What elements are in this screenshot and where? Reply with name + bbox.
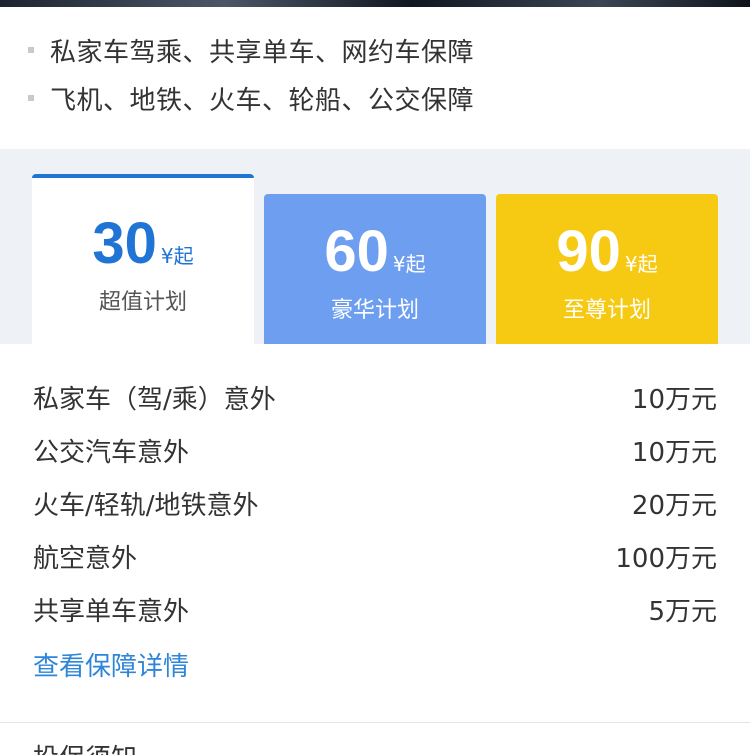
coverage-amount: 100万元 [615, 543, 717, 574]
plan-selector: 30 ¥起 超值计划 60 ¥起 豪华计划 90 ¥起 至尊计划 [0, 149, 750, 344]
feature-item: 私家车驾乘、共享单车、网约车保障 [28, 33, 475, 68]
plan-tab-value[interactable]: 30 ¥起 超值计划 [32, 174, 254, 344]
header-image-strip [0, 0, 750, 7]
coverage-row: 私家车（驾/乘）意外 10万元 [33, 379, 717, 415]
plan-name: 豪华计划 [330, 298, 419, 323]
plan-name: 超值计划 [98, 290, 187, 315]
feature-text: 私家车驾乘、共享单车、网约车保障 [50, 37, 475, 68]
feature-item: 飞机、地铁、火车、轮船、公交保障 [28, 81, 475, 116]
plan-price-unit: ¥起 [624, 252, 658, 276]
plan-price: 60 [324, 219, 389, 284]
coverage-amount: 10万元 [631, 437, 717, 468]
next-section-title: 投保须知 [33, 738, 137, 755]
view-coverage-details-link[interactable]: 查看保障详情 [33, 646, 189, 683]
plan-name: 至尊计划 [562, 298, 651, 323]
coverage-label: 火车/轻轨/地铁意外 [33, 490, 259, 521]
feature-text: 飞机、地铁、火车、轮船、公交保障 [50, 85, 475, 116]
section-divider [0, 722, 750, 723]
plan-price-row: 60 ¥起 [324, 222, 425, 282]
coverage-amount: 20万元 [631, 490, 717, 521]
plan-tab-supreme[interactable]: 90 ¥起 至尊计划 [496, 194, 718, 344]
coverage-label: 公交汽车意外 [33, 437, 190, 468]
plan-tab-deluxe[interactable]: 60 ¥起 豪华计划 [264, 194, 486, 344]
coverage-label: 共享单车意外 [33, 596, 190, 627]
coverage-label: 航空意外 [33, 543, 138, 574]
bullet-icon [28, 95, 34, 101]
coverage-amount: 10万元 [631, 384, 717, 415]
plan-price: 90 [556, 219, 621, 284]
coverage-row: 公交汽车意外 10万元 [33, 432, 717, 468]
plan-price-row: 30 ¥起 [92, 214, 193, 274]
feature-list: 私家车驾乘、共享单车、网约车保障 飞机、地铁、火车、轮船、公交保障 [0, 7, 750, 149]
bullet-icon [28, 47, 34, 53]
plan-price-unit: ¥起 [392, 252, 426, 276]
plan-price-row: 90 ¥起 [556, 222, 657, 282]
coverage-row: 共享单车意外 5万元 [33, 591, 717, 627]
plan-price-unit: ¥起 [160, 244, 194, 268]
coverage-label: 私家车（驾/乘）意外 [33, 384, 276, 415]
coverage-amount: 5万元 [648, 596, 717, 627]
coverage-row: 火车/轻轨/地铁意外 20万元 [33, 485, 717, 521]
plan-price: 30 [92, 211, 157, 276]
coverage-row: 航空意外 100万元 [33, 538, 717, 574]
coverage-list: 私家车（驾/乘）意外 10万元 公交汽车意外 10万元 火车/轻轨/地铁意外 2… [0, 344, 750, 722]
